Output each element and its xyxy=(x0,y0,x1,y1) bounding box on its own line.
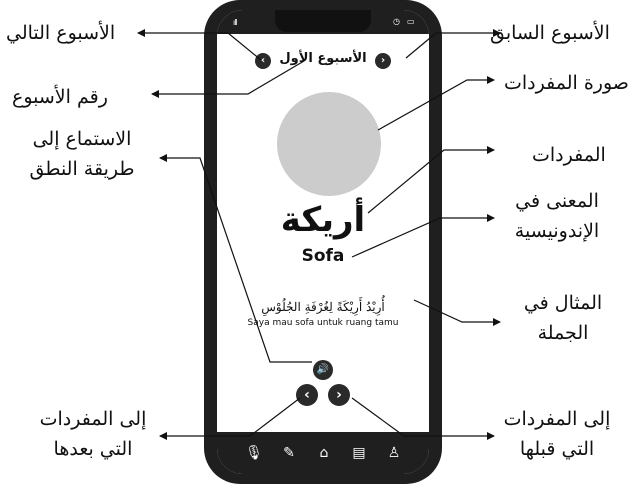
status-bar: ıll ◷ ▭ xyxy=(217,10,429,34)
label-meaning-indonesian: المعنى في الإندونيسية xyxy=(498,186,616,246)
speaker-button[interactable]: 🔊 xyxy=(313,360,333,380)
label-week-number: رقم الأسبوع xyxy=(12,86,108,108)
signal-icon: ıll xyxy=(233,18,238,27)
label-meaning-line2: الإندونيسية xyxy=(514,220,600,242)
label-to-next-vocab: إلى المفردات التي بعدها xyxy=(30,404,156,464)
alarm-icon: ◷ xyxy=(393,17,400,26)
edit-icon[interactable]: ✎ xyxy=(278,442,300,464)
label-next-week: الأسبوع التالي xyxy=(6,22,116,44)
label-listen-line2: طريقة النطق xyxy=(29,158,135,180)
label-example-sentence: المثال في الجملة xyxy=(518,288,608,348)
label-vocab-picture: صورة المفردات xyxy=(504,72,629,94)
label-listen-line1: الاستماع إلى xyxy=(32,128,132,150)
battery-icon: ▭ xyxy=(407,17,415,26)
label-listen-pronunciation: الاستماع إلى طريقة النطق xyxy=(12,124,152,184)
label-to-prev-line2: التي قبلها xyxy=(519,438,595,460)
label-example-line1: المثال في xyxy=(523,292,603,314)
previous-vocab-button[interactable]: › xyxy=(328,384,350,406)
document-icon[interactable]: ▤ xyxy=(348,442,370,464)
profile-icon[interactable]: ♙ xyxy=(383,442,405,464)
next-vocab-button[interactable]: ‹ xyxy=(296,384,318,406)
example-arabic: أُرِيْدُ أَرِيْكَةً لِغُرْفَةِ الجُلُوْس… xyxy=(261,300,385,314)
label-meaning-line1: المعنى في xyxy=(515,190,599,212)
next-week-button[interactable]: ‹ xyxy=(255,53,271,69)
week-title: الأسبوع الأول xyxy=(279,51,367,66)
home-icon[interactable]: ⌂ xyxy=(313,442,335,464)
vocab-picture xyxy=(277,92,381,196)
label-to-next-line1: إلى المفردات xyxy=(39,408,147,430)
microphone-icon[interactable]: 🎙 xyxy=(243,442,265,464)
label-to-previous-vocab: إلى المفردات التي قبلها xyxy=(494,404,620,464)
example-indonesian: Saya mau sofa untuk ruang tamu xyxy=(247,318,399,328)
week-navigation: ‹ الأسبوع الأول › xyxy=(253,50,393,72)
speaker-icon: 🔊 xyxy=(316,364,330,375)
label-example-line2: الجملة xyxy=(537,322,589,344)
label-to-next-line2: التي بعدها xyxy=(53,438,133,460)
bottom-tab-bar: 🎙 ✎ ⌂ ▤ ♙ xyxy=(217,432,429,474)
previous-week-button[interactable]: › xyxy=(375,53,391,69)
vocab-meaning: Sofa xyxy=(301,246,345,266)
vocab-word: أريكة xyxy=(280,200,366,240)
phone-screen: ıll ◷ ▭ ‹ الأسبوع الأول › أريكة Sofa أُر… xyxy=(217,10,429,474)
notch xyxy=(275,10,371,32)
label-vocabulary: المفردات xyxy=(532,144,606,166)
label-previous-week: الأسبوع السابق xyxy=(490,22,610,44)
label-to-prev-line1: إلى المفردات xyxy=(503,408,611,430)
